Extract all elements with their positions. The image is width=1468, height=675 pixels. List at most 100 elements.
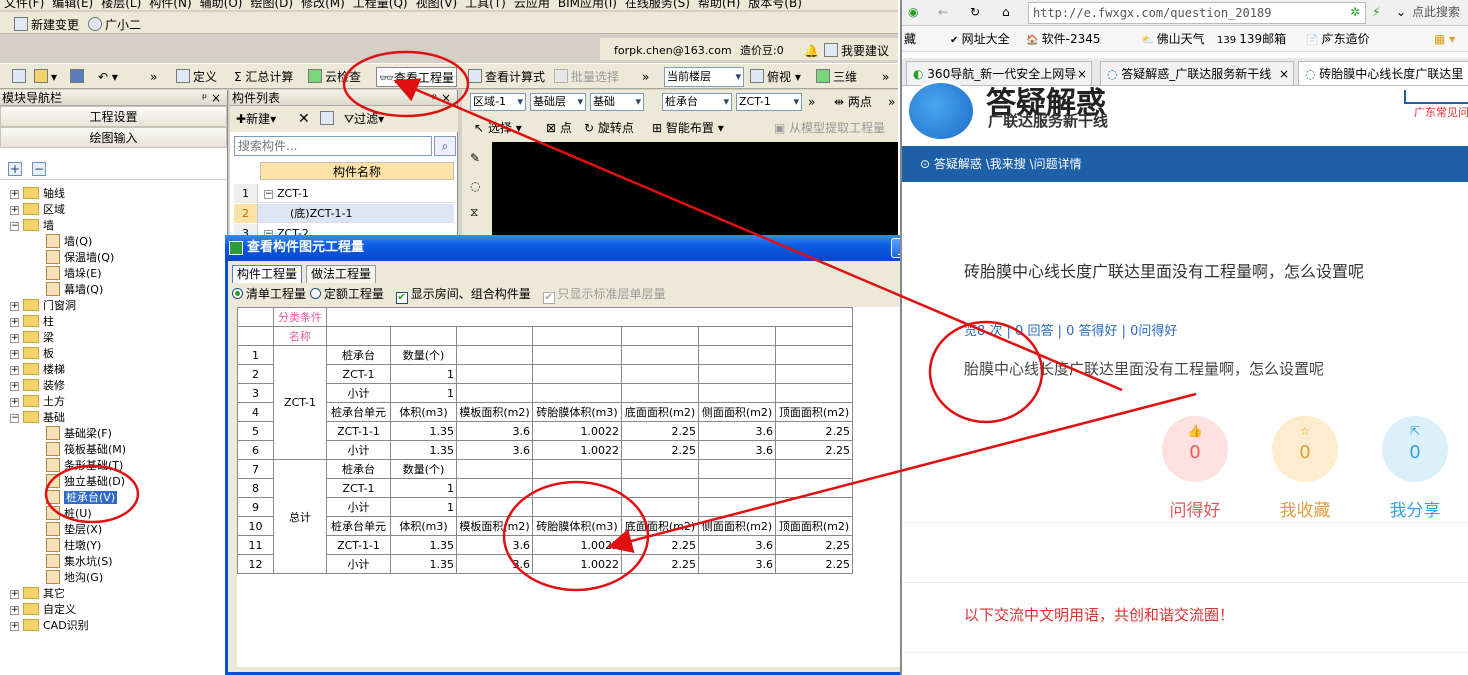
tree-leaf-item[interactable]: 保温墙(Q) bbox=[46, 250, 114, 266]
expander-icon[interactable]: + bbox=[10, 190, 19, 199]
like-button[interactable]: 👍 0 bbox=[1162, 416, 1228, 482]
quantity-cell[interactable] bbox=[621, 383, 699, 403]
cloud-check-button[interactable]: 云检查 bbox=[306, 67, 363, 87]
home-icon[interactable]: ⌂ bbox=[1000, 2, 1012, 22]
delete-icon[interactable]: ✕ bbox=[296, 109, 312, 129]
quantity-cell[interactable]: 数量(个) bbox=[390, 459, 457, 479]
expand-all-icon[interactable]: + bbox=[8, 162, 22, 176]
view-quantity-button[interactable]: 👓查看工程量 bbox=[376, 67, 457, 87]
project-settings-button[interactable]: 工程设置 bbox=[0, 106, 227, 127]
menu-item[interactable]: BIM应用(I) bbox=[558, 0, 617, 10]
quantity-cell[interactable]: 1.0022 bbox=[532, 421, 622, 441]
batch-select-button[interactable]: 批量选择 bbox=[552, 67, 621, 87]
quantity-cell[interactable]: 1.0022 bbox=[532, 440, 622, 460]
url-input[interactable]: http://e.fwxgx.com/question_20189 bbox=[1028, 2, 1366, 24]
expander-icon[interactable]: − bbox=[10, 414, 19, 423]
tree-folder-item[interactable]: + 柱 bbox=[10, 314, 54, 330]
quantity-cell[interactable] bbox=[775, 345, 853, 365]
tree-leaf-item[interactable]: 墙(Q) bbox=[46, 234, 92, 250]
table-row[interactable]: 9 小计 1 bbox=[237, 497, 853, 517]
select-button[interactable]: ↖ 选择 ▾ bbox=[472, 118, 524, 138]
table-row[interactable]: 10 桩承台单元 体积(m3) 模板面积(m2) 砖胎膜体积(m3) 底面面积(m2) 侧面… bbox=[237, 516, 853, 536]
expander-icon[interactable]: + bbox=[10, 590, 19, 599]
quantity-cell[interactable]: 3.6 bbox=[698, 421, 776, 441]
row-label[interactable]: ZCT-1-1 bbox=[326, 421, 391, 441]
suggest-button[interactable]: 我要建议 bbox=[822, 41, 891, 61]
tree-folder-item[interactable]: + 板 bbox=[10, 346, 54, 362]
list-item[interactable]: 1− ZCT-1 bbox=[234, 184, 454, 203]
quantity-cell[interactable]: 1 bbox=[390, 364, 457, 384]
expander-icon[interactable]: − bbox=[264, 190, 273, 199]
overflow-chevron-icon[interactable]: » bbox=[880, 67, 891, 87]
lightning-icon[interactable]: ⚡ bbox=[1370, 2, 1382, 22]
tree-leaf-item[interactable]: 筏板基础(M) bbox=[46, 442, 126, 458]
quantity-cell[interactable]: 2.25 bbox=[621, 535, 699, 555]
row-label[interactable]: 小计 bbox=[326, 440, 391, 460]
smart-place-button[interactable]: ⊞ 智能布置 ▾ bbox=[650, 118, 726, 138]
quantity-cell[interactable]: 3.6 bbox=[698, 440, 776, 460]
quantity-cell[interactable]: 3.6 bbox=[456, 554, 533, 574]
favorite-link[interactable]: 📄 广东造价 bbox=[1304, 29, 1372, 49]
quantity-cell[interactable]: 1 bbox=[390, 383, 457, 403]
tree-folder-item[interactable]: − 基础 bbox=[10, 410, 65, 426]
quantity-cell[interactable]: 3.6 bbox=[698, 535, 776, 555]
two-point-button[interactable]: ⇹ 两点 bbox=[832, 92, 874, 112]
quantity-cell[interactable] bbox=[621, 478, 699, 498]
row-number[interactable]: 11 bbox=[237, 535, 274, 555]
row-number[interactable]: 5 bbox=[237, 421, 274, 441]
row-number[interactable]: 6 bbox=[237, 440, 274, 460]
mirror-icon[interactable]: ⧖ bbox=[468, 202, 480, 222]
three-d-button[interactable]: 三维 bbox=[814, 67, 859, 87]
quantity-cell[interactable] bbox=[532, 383, 622, 403]
tree-folder-item[interactable]: + 梁 bbox=[10, 330, 54, 346]
pin-close-icon[interactable]: ᵖ × bbox=[202, 90, 221, 106]
quantity-cell[interactable] bbox=[456, 345, 533, 365]
quantity-cell[interactable]: 1.0022 bbox=[532, 554, 622, 574]
expander-icon[interactable]: + bbox=[10, 366, 19, 375]
row-number[interactable]: 12 bbox=[237, 554, 274, 574]
extract-qty-button[interactable]: ▣ 从模型提取工程量 bbox=[772, 118, 887, 138]
point-button[interactable]: ⊠ 点 bbox=[544, 118, 574, 138]
favorite-button[interactable]: ☆ 0 bbox=[1272, 416, 1338, 482]
check-show-rooms[interactable]: ✔ 显示房间、组合构件量 bbox=[395, 287, 531, 304]
quantity-cell[interactable] bbox=[456, 478, 533, 498]
user-email[interactable]: forpk.chen@163.com bbox=[612, 41, 734, 61]
overflow-chevron-icon[interactable]: » bbox=[806, 92, 817, 112]
quantity-cell[interactable] bbox=[532, 345, 622, 365]
table-row[interactable]: 1 ZCT-1 桩承台 数量(个) bbox=[237, 345, 853, 460]
favorite-label[interactable]: 我收藏 bbox=[1260, 496, 1350, 521]
quantity-cell[interactable] bbox=[532, 478, 622, 498]
view-formula-button[interactable]: 查看计算式 bbox=[466, 67, 547, 87]
tree-leaf-item[interactable]: 集水坑(S) bbox=[46, 554, 113, 570]
refresh-icon[interactable]: ↻ bbox=[968, 2, 982, 22]
quantity-cell[interactable] bbox=[621, 459, 699, 479]
quantity-cell[interactable] bbox=[698, 478, 776, 498]
expander-icon[interactable]: − bbox=[10, 222, 19, 231]
header-right-link[interactable]: 广东常见问 bbox=[1414, 104, 1468, 120]
menu-item[interactable]: 楼层(L) bbox=[101, 0, 141, 10]
search-box[interactable]: 点此搜索 bbox=[1412, 2, 1468, 24]
menu-item[interactable]: 版本号(B) bbox=[748, 0, 802, 10]
row-number[interactable]: 8 bbox=[237, 478, 274, 498]
bell-icon[interactable]: 🔔 bbox=[802, 41, 821, 61]
row-label[interactable]: 小计 bbox=[326, 554, 391, 574]
tree-leaf-item[interactable]: 基础梁(F) bbox=[46, 426, 112, 442]
tree-leaf-item[interactable]: 独立基础(D) bbox=[46, 474, 125, 490]
favorite-link[interactable]: 🏠 软件-2345 bbox=[1024, 29, 1103, 49]
new-change-button[interactable]: 新建变更 bbox=[12, 15, 81, 35]
quantity-cell[interactable] bbox=[456, 383, 533, 403]
drawing-canvas[interactable] bbox=[492, 142, 898, 242]
quantity-cell[interactable] bbox=[775, 478, 853, 498]
quantity-cell[interactable]: 体积(m3) bbox=[390, 402, 457, 422]
expander-icon[interactable]: + bbox=[10, 318, 19, 327]
new-file-icon[interactable] bbox=[10, 67, 31, 87]
row-number[interactable]: 4 bbox=[237, 402, 274, 422]
quantity-cell[interactable] bbox=[456, 364, 533, 384]
quantity-cell[interactable]: 模板面积(m2) bbox=[456, 516, 533, 536]
row-label[interactable]: 小计 bbox=[326, 497, 391, 517]
floor-select[interactable]: 当前楼层 bbox=[664, 67, 744, 87]
table-row[interactable]: 7 总计 桩承台 数量(个) bbox=[237, 459, 853, 574]
quantity-cell[interactable] bbox=[775, 383, 853, 403]
assistant-button[interactable]: 广小二 bbox=[86, 15, 143, 35]
quantity-cell[interactable]: 数量(个) bbox=[390, 345, 457, 365]
